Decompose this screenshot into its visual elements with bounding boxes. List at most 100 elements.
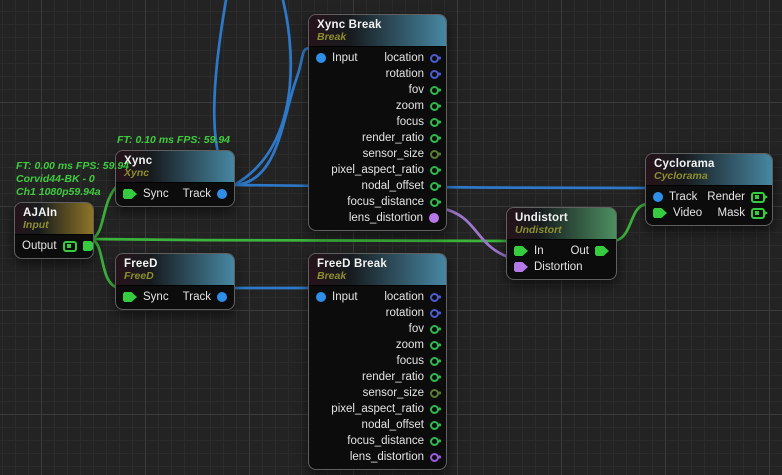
- port-row: pixel_aspect_ratio: [309, 401, 446, 417]
- node-header-ajain[interactable]: AJAInInput: [15, 203, 93, 235]
- node-title: FreeD Break: [317, 258, 438, 270]
- port-group: nodal_offset: [362, 419, 439, 431]
- input-port-icon[interactable]: [316, 53, 326, 63]
- track-port-icon[interactable]: [217, 189, 227, 199]
- port-group: Input: [316, 291, 358, 303]
- wire-ajain-output-to-undistort-in[interactable]: [90, 239, 508, 241]
- nodal-offset-port-icon[interactable]: [430, 421, 439, 430]
- port-label: rotation: [386, 307, 424, 319]
- port-row: zoom: [309, 337, 446, 353]
- node-undistort[interactable]: UndistortUndistortInOutDistortion: [506, 207, 617, 280]
- fps-info-line: Ch1 1080p59.94a: [16, 186, 129, 199]
- port-row: VideoMask: [646, 205, 772, 221]
- rotation-port-icon[interactable]: [430, 309, 439, 318]
- port-group: focus: [397, 355, 440, 367]
- track-port-icon[interactable]: [653, 192, 663, 202]
- port-row: Input location: [309, 50, 446, 66]
- in-port-icon[interactable]: [514, 246, 528, 256]
- node-body: InOutDistortion: [507, 240, 616, 279]
- node-xync[interactable]: XyncXyncSyncTrack: [115, 150, 235, 207]
- port-label: Sync: [143, 291, 169, 303]
- location-port-icon[interactable]: [430, 293, 439, 302]
- wire-xyncbreak-lensdistortion-to-undistort-distortion[interactable]: [441, 208, 508, 257]
- nodal-offset-port-icon[interactable]: [430, 182, 439, 191]
- port-label: Mask: [718, 207, 745, 219]
- node-header-xync-break[interactable]: Xync BreakBreak: [309, 15, 446, 47]
- node-subtitle: Break: [317, 31, 438, 43]
- node-header-cyclorama[interactable]: CycloramaCyclorama: [646, 154, 772, 186]
- wire-undistort-out-to-cyclorama-video[interactable]: [612, 204, 648, 241]
- zoom-port-icon[interactable]: [430, 102, 439, 111]
- port-group: Track: [183, 291, 227, 303]
- node-header-xync[interactable]: XyncXync: [116, 151, 234, 183]
- node-header-freed-break[interactable]: FreeD BreakBreak: [309, 254, 446, 286]
- wire-xync-track-to-offscreen-top[interactable]: [234, 0, 291, 185]
- port-label: nodal_offset: [362, 419, 424, 431]
- focus-distance-port-icon[interactable]: [430, 198, 439, 207]
- out-port-icon[interactable]: [595, 246, 609, 256]
- node-xync-break[interactable]: Xync BreakBreakInputlocationrotationfovz…: [308, 14, 447, 231]
- fov-port-icon[interactable]: [430, 86, 439, 95]
- render-ratio-port-icon[interactable]: [430, 373, 439, 382]
- node-canvas[interactable]: AJAInInputOutputFT: 0.00 ms FPS: 59.94Co…: [0, 0, 782, 475]
- sensor-size-port-icon[interactable]: [430, 389, 439, 398]
- rotation-port-icon[interactable]: [430, 70, 439, 79]
- input-port-icon[interactable]: [316, 292, 326, 302]
- port-group: focus_distance: [347, 196, 439, 208]
- focus-distance-port-icon[interactable]: [430, 437, 439, 446]
- sensor-size-port-icon[interactable]: [430, 150, 439, 159]
- track-port-icon[interactable]: [217, 292, 227, 302]
- location-port-icon[interactable]: [430, 54, 439, 63]
- node-header-undistort[interactable]: UndistortUndistort: [507, 208, 616, 240]
- output-port-icon[interactable]: [63, 241, 77, 252]
- node-header-freed[interactable]: FreeDFreeD: [116, 254, 234, 286]
- fov-port-icon[interactable]: [430, 325, 439, 334]
- port-group: nodal_offset: [362, 180, 439, 192]
- port-group: zoom: [396, 339, 439, 351]
- port-label: nodal_offset: [362, 180, 424, 192]
- port-label: Track: [183, 188, 211, 200]
- zoom-port-icon[interactable]: [430, 341, 439, 350]
- output-port-icon[interactable]: [83, 241, 94, 251]
- render-ratio-port-icon[interactable]: [430, 134, 439, 143]
- pixel-aspect-ratio-port-icon[interactable]: [430, 166, 439, 175]
- port-group: pixel_aspect_ratio: [331, 403, 439, 415]
- node-title: AJAIn: [23, 207, 85, 219]
- sync-port-icon[interactable]: [123, 292, 137, 302]
- port-label: focus_distance: [347, 196, 424, 208]
- port-label: pixel_aspect_ratio: [331, 164, 424, 176]
- port-row: TrackRender: [646, 189, 772, 205]
- video-port-icon[interactable]: [653, 208, 667, 218]
- node-title: Xync Break: [317, 19, 438, 31]
- lens-distortion-port-icon[interactable]: [430, 453, 439, 462]
- port-group: In: [514, 245, 544, 257]
- focus-port-icon[interactable]: [430, 357, 439, 366]
- mask-port-icon[interactable]: [751, 208, 765, 219]
- node-body: SyncTrack: [116, 183, 234, 206]
- wire-xync-track-to-xyncbreak-input[interactable]: [234, 48, 311, 185]
- port-group: lens_distortion: [349, 212, 439, 224]
- port-group: location: [384, 291, 439, 303]
- port-row: Sync Track: [116, 289, 234, 305]
- port-group: location: [384, 52, 439, 64]
- port-row: focus_distance: [309, 433, 446, 449]
- pixel-aspect-ratio-port-icon[interactable]: [430, 405, 439, 414]
- distortion-port-icon[interactable]: [514, 262, 528, 272]
- port-label: Render: [707, 191, 745, 203]
- node-freed-break[interactable]: FreeD BreakBreakInputlocationrotationfov…: [308, 253, 447, 470]
- wire-ajain-output-to-freed-sync[interactable]: [90, 239, 118, 288]
- port-row: nodal_offset: [309, 417, 446, 433]
- port-label: location: [384, 52, 424, 64]
- port-label: Input: [332, 52, 358, 64]
- port-group: pixel_aspect_ratio: [331, 164, 439, 176]
- lens-distortion-port-icon[interactable]: [429, 213, 439, 223]
- node-cyclorama[interactable]: CycloramaCyclorama TrackRenderVideoMask: [645, 153, 773, 226]
- port-group: Output: [22, 240, 94, 252]
- node-title: Xync: [124, 155, 226, 167]
- node-title: Undistort: [515, 212, 608, 224]
- node-subtitle: Break: [317, 270, 438, 282]
- node-ajain[interactable]: AJAInInput Output: [14, 202, 94, 259]
- render-port-icon[interactable]: [751, 192, 765, 203]
- node-freed[interactable]: FreeDFreeD Sync Track: [115, 253, 235, 310]
- focus-port-icon[interactable]: [430, 118, 439, 127]
